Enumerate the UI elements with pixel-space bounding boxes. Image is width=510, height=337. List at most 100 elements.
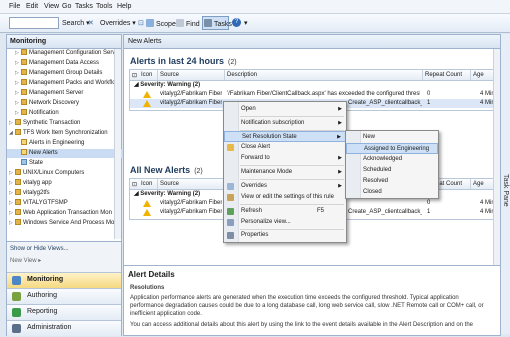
task-pane[interactable]: Task Pane — [500, 34, 510, 334]
administration-icon — [12, 324, 21, 333]
wunderbar-reporting[interactable]: Reporting — [7, 304, 121, 320]
col-source[interactable]: Source — [160, 181, 179, 187]
additional-details-text: You can access additional details about … — [130, 322, 473, 328]
refresh-icon — [227, 208, 234, 215]
help-small-icon[interactable]: ⊡ — [138, 19, 144, 27]
alert-details-title: Alert Details — [128, 270, 175, 279]
alert-view-icon — [21, 139, 27, 145]
menu-tasks[interactable]: Tasks — [75, 3, 93, 10]
folder-icon — [21, 109, 27, 115]
monitoring-icon — [12, 276, 21, 285]
menu-item-notification-subscription[interactable]: Notification subscription ▶ — [224, 118, 346, 129]
menu-view[interactable]: View — [44, 3, 59, 10]
menu-item-set-resolution-state[interactable]: Set Resolution State ▶ — [224, 131, 346, 142]
properties-icon — [227, 232, 234, 239]
task-pane-label: Task Pane — [502, 174, 509, 207]
wunderbar-monitoring[interactable]: Monitoring — [7, 272, 121, 288]
menu-item-open[interactable]: Open ▶ — [224, 104, 346, 115]
submenu-item-assigned-to-engineering[interactable]: Assigned to Engineering — [346, 143, 438, 154]
col-repeat-count[interactable]: Repeat Count — [425, 72, 462, 78]
menu-go[interactable]: Go — [62, 3, 71, 10]
search-button[interactable]: Search ▾ — [62, 19, 90, 27]
col-description[interactable]: Description — [227, 72, 257, 78]
tree-item-synthetic-transaction[interactable]: ▷ Synthetic Transaction — [7, 119, 123, 128]
folder-icon — [21, 49, 27, 55]
menu-help[interactable]: Help — [117, 3, 131, 10]
tree-item-unix-linux[interactable]: ▷ UNIX/Linux Computers — [7, 169, 123, 178]
clear-icon[interactable]: ✕ — [88, 19, 94, 27]
menu-file[interactable]: File — [9, 3, 20, 10]
menu-edit[interactable]: Edit — [26, 3, 38, 10]
submenu-item-new[interactable]: New — [346, 132, 438, 143]
menu-bar: File Edit View Go Tasks Tools Help — [0, 0, 510, 14]
folder-icon — [15, 179, 21, 185]
main-title: New Alerts — [128, 38, 162, 45]
tree-item-management-configuration[interactable]: ▷ Management Configuration Serv — [7, 49, 129, 58]
find-icon — [176, 19, 184, 27]
submenu-item-acknowledged[interactable]: Acknowledged — [346, 154, 438, 165]
alert-details-pane: Alert Details Resolutions Application pe… — [124, 265, 500, 335]
tree-item-network-discovery[interactable]: ▷ Network Discovery — [7, 99, 129, 108]
menu-item-close-alert[interactable]: Close Alert — [224, 142, 346, 153]
show-hide-views-link[interactable]: Show or Hide Views... — [10, 246, 69, 252]
col-age[interactable]: Age — [473, 72, 484, 78]
navigation-pane: Monitoring ▷ Management Configuration Ser… — [6, 34, 135, 336]
submenu-item-closed[interactable]: Closed — [346, 187, 438, 198]
folder-icon — [21, 69, 27, 75]
close-alert-icon — [227, 144, 234, 151]
folder-icon — [15, 209, 21, 215]
new-view-link[interactable]: New View ▸ — [10, 257, 41, 264]
group-row-warning[interactable]: ◢ Severity: Warning (2) — [130, 81, 500, 90]
submenu-item-resolved[interactable]: Resolved — [346, 176, 438, 187]
tree-item-management-data-access[interactable]: ▷ Management Data Access — [7, 59, 129, 68]
menu-item-personalize-view[interactable]: Personalize view... — [224, 217, 346, 228]
tasks-icon — [204, 19, 212, 27]
tree-item-management-group-details[interactable]: ▷ Management Group Details — [7, 69, 129, 78]
tree-item-management-packs[interactable]: ▷ Management Packs and Workflo — [7, 79, 129, 88]
section-alerts-24h-title: Alerts in last 24 hours (2) — [130, 56, 237, 66]
col-source[interactable]: Source — [160, 72, 179, 78]
context-menu: Open ▶ Notification subscription ▶ Set Res… — [223, 101, 347, 243]
warning-icon — [143, 100, 151, 107]
wunderbar-authoring[interactable]: Authoring — [7, 288, 121, 304]
menu-item-overrides[interactable]: Overrides ▶ — [224, 181, 346, 192]
help-icon[interactable]: ? — [232, 18, 241, 27]
submenu-item-scheduled[interactable]: Scheduled — [346, 165, 438, 176]
wunderbar-administration[interactable]: Administration — [7, 320, 121, 336]
main-scrollbar[interactable] — [493, 49, 500, 265]
menu-item-view-edit-rule[interactable]: View or edit the settings of this rule — [224, 192, 346, 203]
folder-icon — [15, 199, 21, 205]
menu-item-properties[interactable]: Properties — [224, 230, 346, 241]
tree-item-web-app-transaction[interactable]: ▷ Web Application Transaction Mon — [7, 209, 123, 218]
scope-button[interactable]: Scope — [146, 19, 176, 28]
tree-item-vitalygtfsmp[interactable]: ▷ VITALYGTFSMP — [7, 199, 123, 208]
nav-title: Monitoring — [10, 38, 47, 45]
menu-tools[interactable]: Tools — [96, 3, 112, 10]
col-icon[interactable]: Icon — [141, 72, 152, 78]
help-dropdown-icon[interactable]: ▾ — [244, 19, 248, 27]
tree-item-management-server[interactable]: ▷ Management Server — [7, 89, 129, 98]
overrides-icon — [227, 183, 234, 190]
tree-item-tfs-sync[interactable]: ◢ TFS Work Item Synchronization — [7, 129, 123, 138]
nav-scrollbar[interactable] — [114, 49, 121, 239]
overrides-button[interactable]: Overrides ▾ — [100, 19, 136, 27]
col-sort[interactable]: ⊡ — [132, 181, 137, 188]
table-row[interactable]: vitalyg2/Fabrikam Fiber '/Fabrikam Fiber… — [130, 90, 498, 99]
col-icon[interactable]: Icon — [141, 181, 152, 187]
menu-item-forward-to[interactable]: Forward to ▶ — [224, 153, 346, 164]
reporting-icon — [12, 308, 21, 317]
resolution-state-submenu: New Assigned to Engineering Acknowledged… — [345, 130, 439, 199]
grid-header: ⊡ Icon Source Description Repeat Count A… — [130, 70, 498, 81]
menu-item-refresh[interactable]: Refresh F5 — [224, 206, 346, 217]
tree-item-notification[interactable]: ▷ Notification — [7, 109, 129, 118]
folder-icon — [15, 119, 21, 125]
tree-item-vitalyg2tfs[interactable]: ▷ vitalyg2tfs — [7, 189, 123, 198]
col-sort[interactable]: ⊡ — [132, 72, 137, 79]
menu-item-maintenance-mode[interactable]: Maintenance Mode ▶ — [224, 167, 346, 178]
tree-item-windows-service[interactable]: ▷ Windows Service And Process Mon — [7, 219, 123, 228]
resolutions-text: Application performance alerts are gener… — [130, 295, 484, 317]
tree-item-vitalyg-app[interactable]: ▷ vitalyg app — [7, 179, 123, 188]
find-button[interactable]: Find — [176, 19, 200, 28]
col-age[interactable]: Age — [473, 181, 484, 187]
search-input[interactable] — [9, 17, 59, 29]
